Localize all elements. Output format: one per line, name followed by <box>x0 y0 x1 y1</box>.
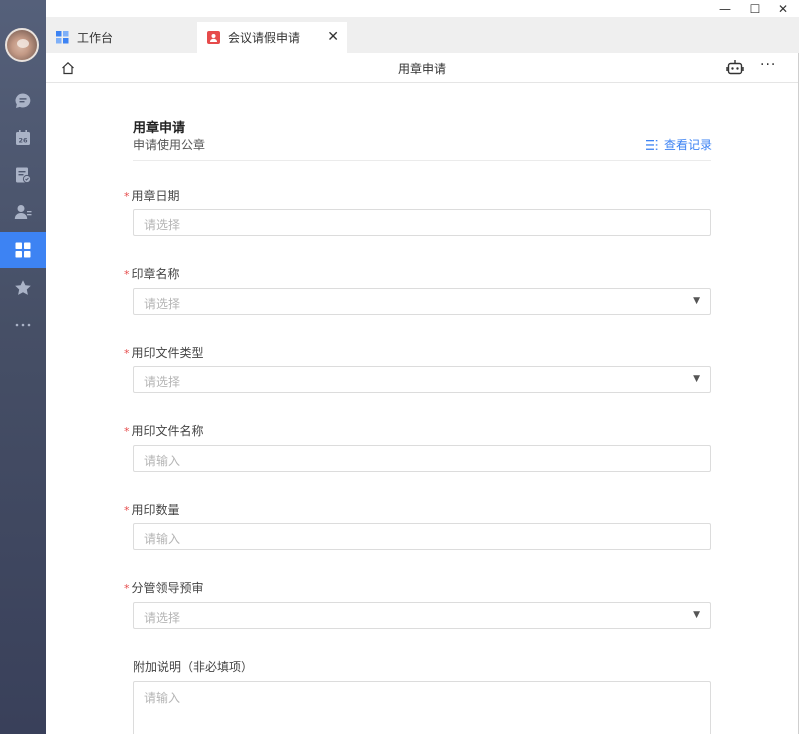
tab-workbench[interactable]: 工作台 <box>56 22 196 53</box>
sidebar-item-approval[interactable] <box>0 157 46 193</box>
sidebar-item-calendar[interactable]: 26 <box>0 120 46 156</box>
form-title: 用章申请 <box>133 121 186 136</box>
placeholder: 请输入 <box>144 454 181 468</box>
sidebar-item-more[interactable] <box>0 307 46 343</box>
required-mark: * <box>124 268 130 281</box>
form-subtitle: 申请使用公章 <box>133 138 206 152</box>
close-tab-icon[interactable]: ✕ <box>327 30 339 44</box>
sidebar-item-favorites[interactable] <box>0 270 46 306</box>
more-dots-icon <box>15 323 31 327</box>
maximize-button[interactable]: ☐ <box>741 0 769 17</box>
app-red-icon <box>207 31 220 44</box>
contacts-icon <box>14 205 32 219</box>
minimize-button[interactable]: — <box>711 0 739 17</box>
more-options-icon[interactable]: ··· <box>760 57 776 73</box>
placeholder: 请输入 <box>144 532 181 546</box>
field-label-seal-quantity: * 用印数量 <box>124 503 180 517</box>
required-mark: * <box>124 582 130 595</box>
field-label-additional-notes: 附加说明（非必填项） <box>133 660 254 674</box>
grid-apps-icon <box>56 31 69 44</box>
document-edit-icon <box>16 167 32 184</box>
divider <box>133 160 711 161</box>
view-history-label: 查看记录 <box>664 138 713 152</box>
required-mark: * <box>124 190 130 203</box>
seal-date-picker[interactable]: 请选择 <box>133 209 711 236</box>
star-icon <box>15 280 31 295</box>
view-history-link[interactable]: 查看记录 <box>646 136 712 153</box>
dropdown-arrow-icon: ▼ <box>693 610 700 620</box>
additional-notes-textarea[interactable]: 请输入 <box>133 681 711 734</box>
window-titlebar: — ☐ ✕ <box>46 0 799 17</box>
leader-review-select[interactable]: 请选择 ▼ <box>133 602 711 629</box>
seal-name-select[interactable]: 请选择 ▼ <box>133 288 711 315</box>
seal-quantity-input[interactable]: 请输入 <box>133 523 711 550</box>
close-window-button[interactable]: ✕ <box>769 0 797 17</box>
placeholder: 请选择 <box>144 611 181 625</box>
placeholder: 请选择 <box>144 218 181 232</box>
dropdown-arrow-icon: ▼ <box>693 374 700 384</box>
form-container: 用章申请 申请使用公章 查看记录 * 用章日期 请选择 * 印章名称 请选择 ▼ *… <box>46 84 798 734</box>
sidebar: 26 <box>0 0 46 734</box>
field-label-leader-review: * 分管领导预审 <box>124 581 204 595</box>
tab-strip: 工作台 会议请假申请 ✕ <box>46 17 799 53</box>
field-label-document-name: * 用印文件名称 <box>124 424 204 438</box>
field-label-seal-date: * 用章日期 <box>124 189 180 203</box>
required-mark: * <box>124 425 130 438</box>
dropdown-arrow-icon: ▼ <box>693 296 700 306</box>
sidebar-item-workbench[interactable] <box>0 232 46 268</box>
sidebar-item-contacts[interactable] <box>0 194 46 230</box>
grid-apps-icon <box>15 242 31 258</box>
page-header: 用章申请 ··· <box>46 53 798 83</box>
field-label-document-type: * 用印文件类型 <box>124 346 204 360</box>
sidebar-item-messages[interactable] <box>0 83 46 119</box>
chat-bubble-icon <box>15 93 31 108</box>
required-mark: * <box>124 347 130 360</box>
tab-label: 会议请假申请 <box>228 31 301 45</box>
tab-meeting-leave[interactable]: 会议请假申请 ✕ <box>197 22 347 53</box>
document-name-input[interactable]: 请输入 <box>133 445 711 472</box>
field-label-seal-name: * 印章名称 <box>124 267 180 281</box>
calendar-icon: 26 <box>16 130 30 145</box>
placeholder: 请输入 <box>144 691 181 705</box>
document-type-select[interactable]: 请选择 ▼ <box>133 366 711 393</box>
placeholder: 请选择 <box>144 297 181 311</box>
tab-label: 工作台 <box>77 31 114 45</box>
required-mark: * <box>124 504 130 517</box>
placeholder: 请选择 <box>144 375 181 389</box>
page-title: 用章申请 <box>397 62 446 76</box>
robot-icon[interactable] <box>726 59 744 76</box>
svg-text:26: 26 <box>18 136 28 144</box>
list-icon <box>646 139 658 150</box>
avatar[interactable] <box>5 28 39 62</box>
